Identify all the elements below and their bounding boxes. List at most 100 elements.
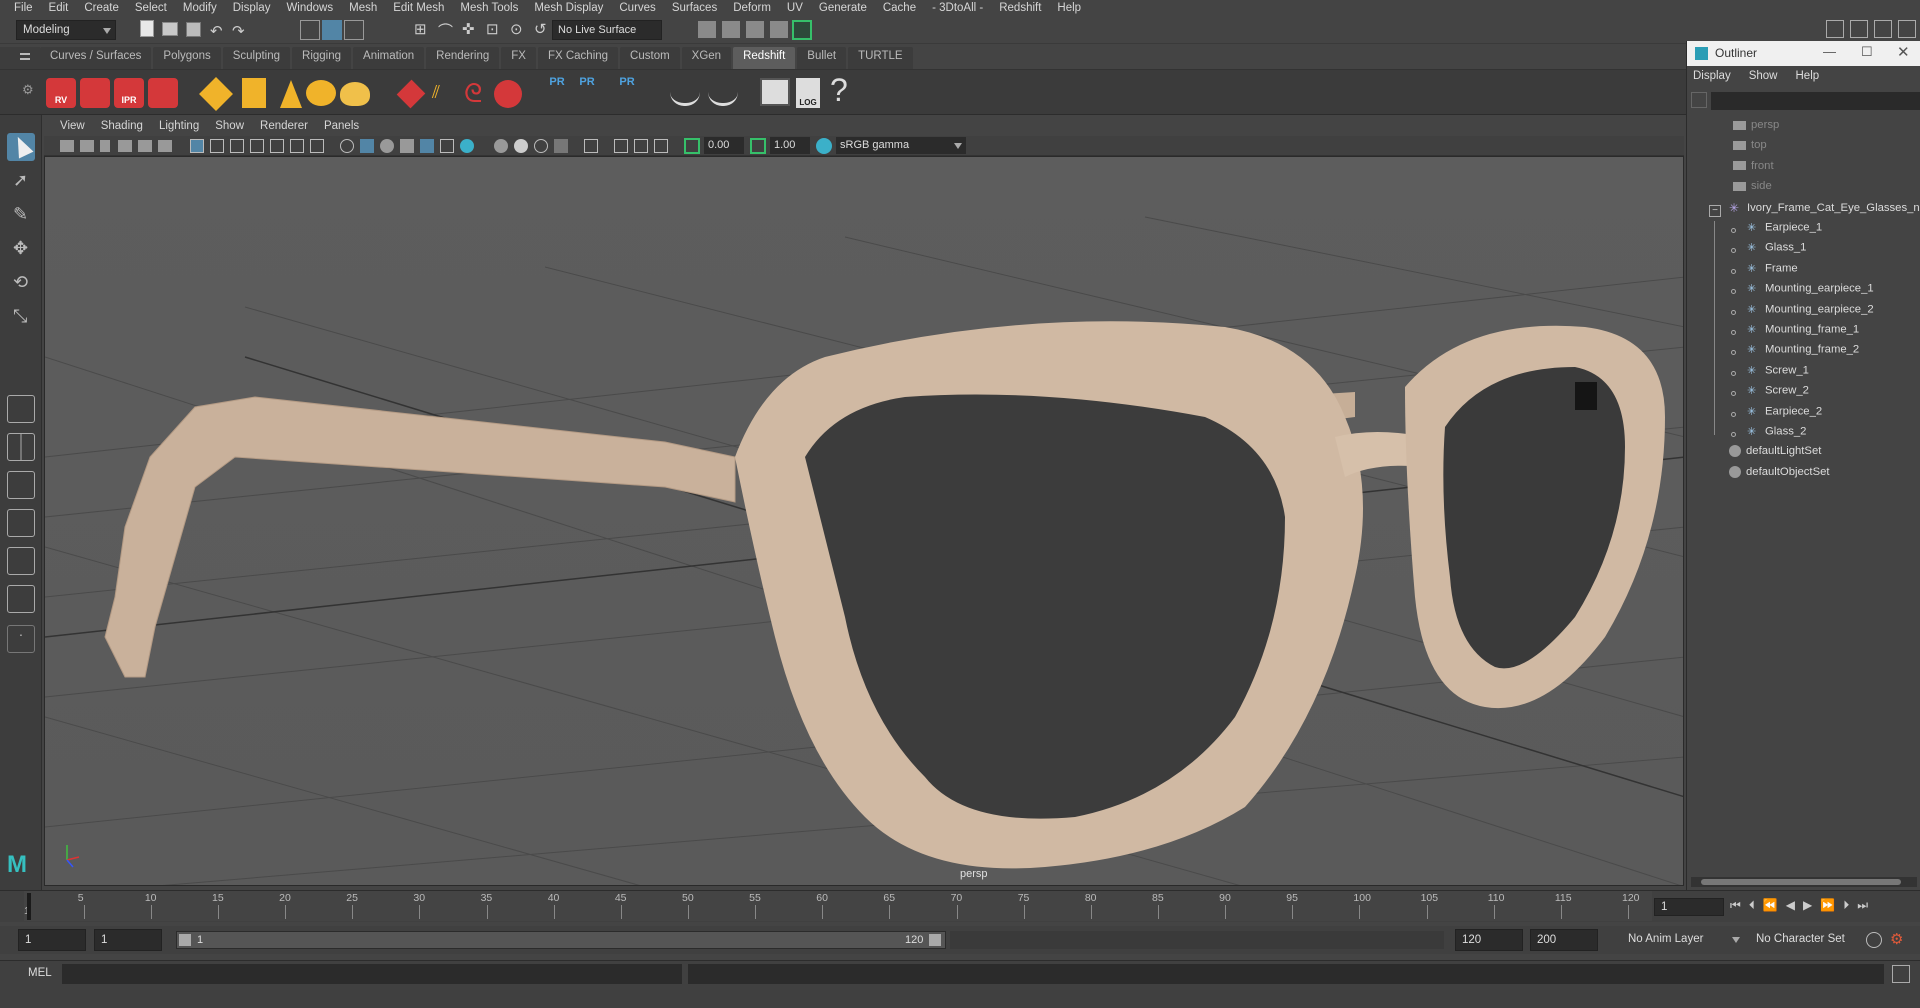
step-forward-frame-icon[interactable]: ⏵ — [1843, 898, 1849, 916]
bookmark-icon[interactable] — [100, 140, 110, 152]
shelf-tab-9[interactable]: XGen — [681, 47, 732, 69]
panel-menu-0[interactable]: View — [52, 120, 93, 132]
render-current-icon[interactable] — [722, 21, 740, 38]
menu-3[interactable]: Select — [127, 2, 175, 14]
menu-0[interactable]: File — [6, 2, 41, 14]
panel-menu-2[interactable]: Lighting — [151, 120, 207, 132]
rs-hair-icon[interactable]: ⫽ — [432, 82, 440, 103]
anti-aliasing-icon[interactable] — [534, 139, 548, 153]
outliner-item-0[interactable]: ✳ Earpiece_1 — [1747, 221, 1822, 239]
rs-proxy-import-button[interactable]: PR — [546, 76, 568, 110]
undo-icon[interactable]: ↶ — [210, 22, 223, 40]
colorspace-dropdown[interactable]: sRGB gamma — [836, 137, 966, 154]
maximize-icon[interactable]: ☐ — [1861, 44, 1873, 60]
playback-start-field[interactable]: 1 — [94, 929, 162, 951]
menu-10[interactable]: Mesh Display — [526, 2, 611, 14]
current-frame-field[interactable]: 1 — [1654, 898, 1724, 916]
outliner-camera-front[interactable]: front — [1733, 160, 1774, 178]
outliner-menu-1[interactable]: Show — [1749, 70, 1778, 88]
command-input[interactable] — [62, 964, 682, 984]
uv-editor-layout-icon[interactable] — [7, 585, 35, 613]
start-time-field[interactable]: 1 — [18, 929, 86, 951]
animation-preferences-icon[interactable]: ⚙ — [1890, 930, 1903, 948]
shelf-tab-3[interactable]: Rigging — [292, 47, 352, 69]
render-settings-icon[interactable] — [770, 21, 788, 38]
grease-pencil-icon[interactable] — [158, 140, 172, 152]
shelf-tab-11[interactable]: Bullet — [797, 47, 847, 69]
outliner-item-3[interactable]: ✳ Mounting_earpiece_1 — [1747, 282, 1874, 300]
step-forward-key-icon[interactable]: ⏩ — [1820, 898, 1835, 916]
resolution-gate-icon[interactable] — [230, 139, 244, 153]
select-tool-icon[interactable] — [7, 133, 35, 161]
outliner-item-7[interactable]: ✳ Screw_1 — [1747, 364, 1809, 382]
default-material-icon[interactable] — [380, 139, 394, 153]
snap-vertex-icon[interactable]: ↺ — [534, 20, 554, 40]
outliner-item-10[interactable]: ✳ Glass_2 — [1747, 425, 1806, 443]
isolate-select-icon[interactable] — [584, 139, 598, 153]
ipr-render-icon[interactable] — [746, 21, 764, 38]
channel-box-icon[interactable] — [1898, 20, 1916, 38]
menu-4[interactable]: Modify — [175, 2, 225, 14]
current-time-marker[interactable] — [27, 893, 31, 920]
menu-1[interactable]: Edit — [41, 2, 77, 14]
shelf-gear-icon[interactable]: ⚙ — [22, 82, 34, 98]
scrollbar-thumb[interactable] — [1701, 879, 1901, 885]
menu-15[interactable]: Generate — [811, 2, 875, 14]
snap-point-icon[interactable]: ✜ — [462, 20, 482, 40]
go-to-end-icon[interactable]: ⏭ — [1857, 898, 1868, 916]
snap-live-icon[interactable]: ⊙ — [510, 20, 530, 40]
wireframe-on-shaded-icon[interactable] — [400, 139, 414, 153]
rotate-tool-icon[interactable]: ⟲ — [7, 269, 35, 297]
shadows-icon[interactable] — [460, 139, 474, 153]
shelf-tab-12[interactable]: TURTLE — [848, 47, 913, 69]
2d-pan-zoom-icon[interactable] — [138, 140, 152, 152]
menu-12[interactable]: Surfaces — [664, 2, 725, 14]
gamma-field[interactable]: 1.00 — [770, 137, 810, 154]
outliner-item-9[interactable]: ✳ Earpiece_2 — [1747, 405, 1822, 423]
exposure-field[interactable]: 0.00 — [704, 137, 744, 154]
rs-spot-light-icon[interactable] — [280, 80, 302, 108]
menu-2[interactable]: Create — [76, 2, 127, 14]
scale-tool-icon[interactable]: ⤡ — [7, 303, 35, 331]
xray-active-icon[interactable] — [634, 139, 648, 153]
character-set-dropdown[interactable]: No Character Set — [1750, 929, 1862, 951]
rs-log-button[interactable]: LOG — [796, 78, 820, 108]
outliner-set-0[interactable]: defaultLightSet — [1729, 445, 1821, 463]
exposure-icon[interactable] — [684, 138, 700, 154]
rs-script-editor-icon[interactable] — [760, 78, 790, 106]
outliner-camera-top[interactable]: top — [1733, 139, 1767, 157]
color-management-icon[interactable] — [816, 138, 832, 154]
rs-dome-light-icon[interactable] — [306, 80, 336, 106]
shelf-tab-10[interactable]: Redshift — [733, 47, 796, 69]
outliner-item-4[interactable]: ✳ Mounting_earpiece_2 — [1747, 303, 1874, 321]
outliner-menu-2[interactable]: Help — [1796, 70, 1820, 88]
panel-menu-5[interactable]: Panels — [316, 120, 367, 132]
rs-material-icon[interactable] — [396, 79, 426, 109]
mode-dropdown[interactable]: Modeling — [16, 20, 116, 40]
menu-14[interactable]: UV — [779, 2, 811, 14]
shelf-tab-0[interactable]: Curves / Surfaces — [40, 47, 152, 69]
open-scene-icon[interactable] — [162, 22, 178, 36]
backface-icon[interactable] — [654, 139, 668, 153]
snap-grid-icon[interactable]: ⊞ — [414, 20, 434, 40]
outliner-item-6[interactable]: ✳ Mounting_frame_2 — [1747, 343, 1859, 361]
persp-graph-layout-icon[interactable] — [7, 509, 35, 537]
shelf-menu-button[interactable] — [0, 47, 40, 69]
shelf-tab-5[interactable]: Rendering — [426, 47, 500, 69]
film-gate-icon[interactable] — [210, 139, 224, 153]
rs-render-view-button[interactable]: RV — [46, 78, 76, 108]
shelf-tab-8[interactable]: Custom — [620, 47, 680, 69]
rs-ipr-button[interactable]: IPR — [114, 78, 144, 108]
save-scene-icon[interactable] — [186, 22, 201, 37]
outliner-item-2[interactable]: ✳ Frame — [1747, 262, 1798, 280]
outliner-filter-icon[interactable] — [1691, 92, 1707, 108]
gamma-icon[interactable] — [750, 138, 766, 154]
rs-curve-icon[interactable]: ᘓ — [464, 78, 482, 110]
panel-menu-1[interactable]: Shading — [93, 120, 151, 132]
step-back-key-icon[interactable]: ⏪ — [1763, 898, 1778, 916]
menu-9[interactable]: Mesh Tools — [452, 2, 526, 14]
image-plane-icon[interactable] — [118, 140, 132, 152]
rs-help-button[interactable]: ? — [830, 72, 848, 109]
single-perspective-layout-icon[interactable] — [7, 395, 35, 423]
menu-7[interactable]: Mesh — [341, 2, 385, 14]
